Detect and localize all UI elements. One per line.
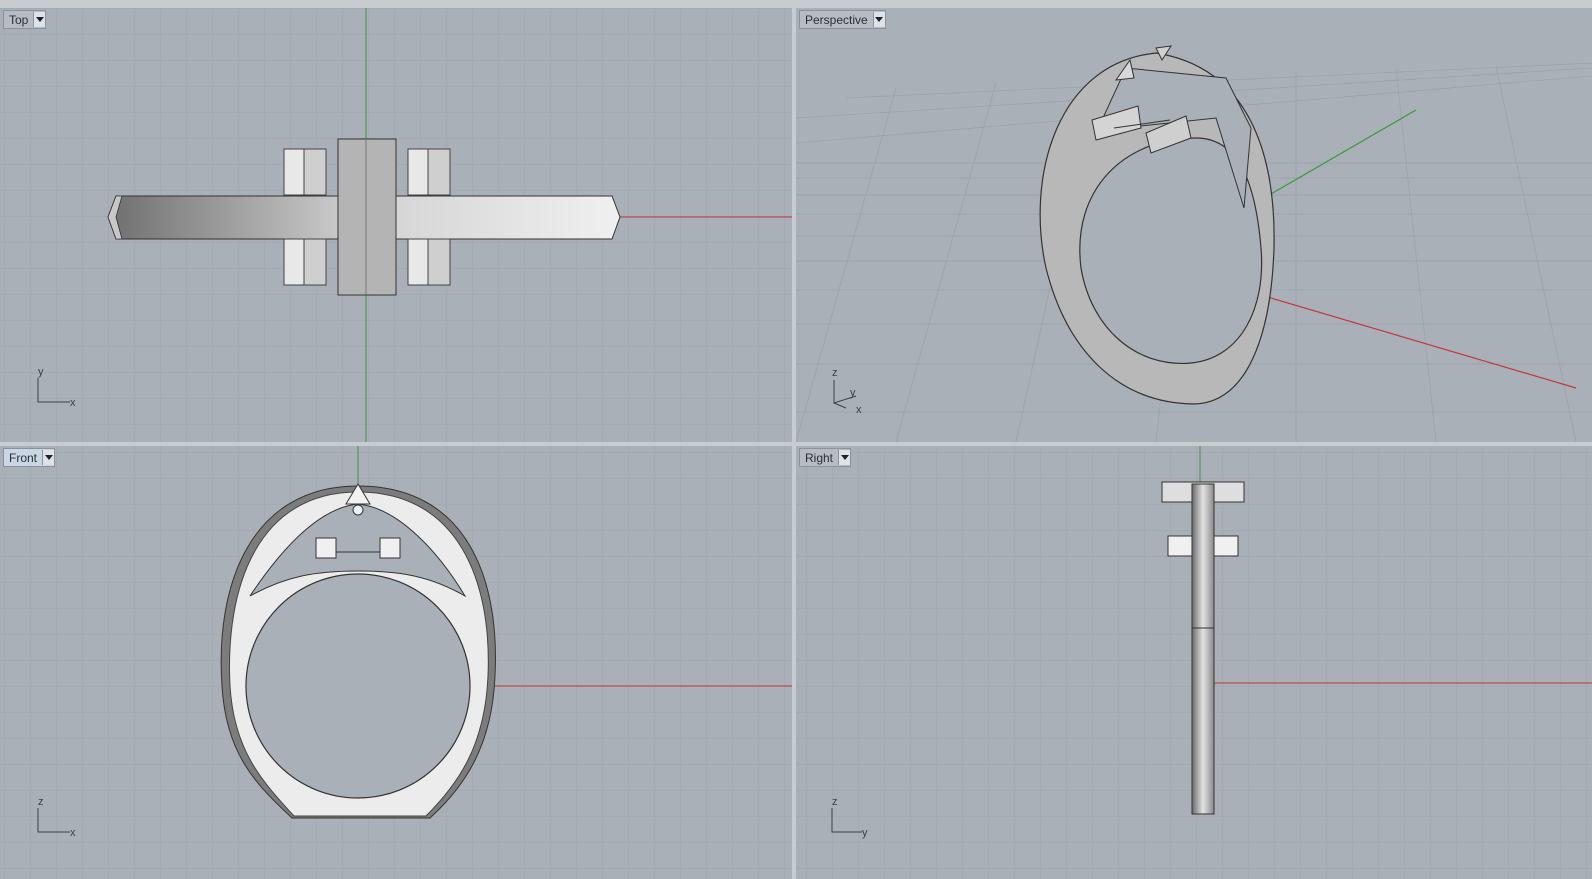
svg-text:z: z [832, 367, 838, 379]
top-canvas[interactable]: y x [0, 8, 792, 442]
svg-text:x: x [70, 397, 76, 409]
ring-perspective-view [1039, 45, 1275, 405]
svg-text:y: y [38, 366, 44, 378]
chevron-down-icon[interactable] [33, 12, 46, 27]
viewport-right[interactable]: z y Right [796, 446, 1592, 879]
svg-text:x: x [70, 827, 76, 839]
right-canvas[interactable]: z y [796, 446, 1592, 879]
viewport-front[interactable]: z x Front [0, 446, 792, 879]
svg-text:z: z [38, 796, 44, 808]
svg-text:z: z [832, 796, 838, 808]
viewport-label-front[interactable]: Front [3, 448, 56, 467]
viewport-title: Top [9, 12, 29, 27]
svg-text:y: y [850, 387, 856, 399]
viewport-top[interactable]: y x Top [0, 8, 792, 442]
perspective-canvas[interactable]: z y x [796, 8, 1592, 442]
chevron-down-icon[interactable] [838, 450, 851, 465]
viewport-title: Front [9, 450, 38, 465]
ring-front-view [220, 483, 496, 819]
front-canvas[interactable]: z x [0, 446, 792, 879]
viewport-title: Right [805, 450, 834, 465]
svg-text:y: y [862, 827, 868, 839]
viewport-label-right[interactable]: Right [799, 448, 852, 467]
chevron-down-icon[interactable] [42, 450, 55, 465]
viewport-title: Perspective [805, 12, 868, 27]
chevron-down-icon[interactable] [872, 12, 885, 27]
viewport-label-perspective[interactable]: Perspective [799, 10, 886, 29]
viewport-label-top[interactable]: Top [3, 10, 47, 29]
viewport-perspective[interactable]: z y x Perspective [796, 8, 1592, 442]
svg-text:x: x [856, 404, 862, 416]
axis-gizmo-icon: z y x [832, 367, 862, 416]
